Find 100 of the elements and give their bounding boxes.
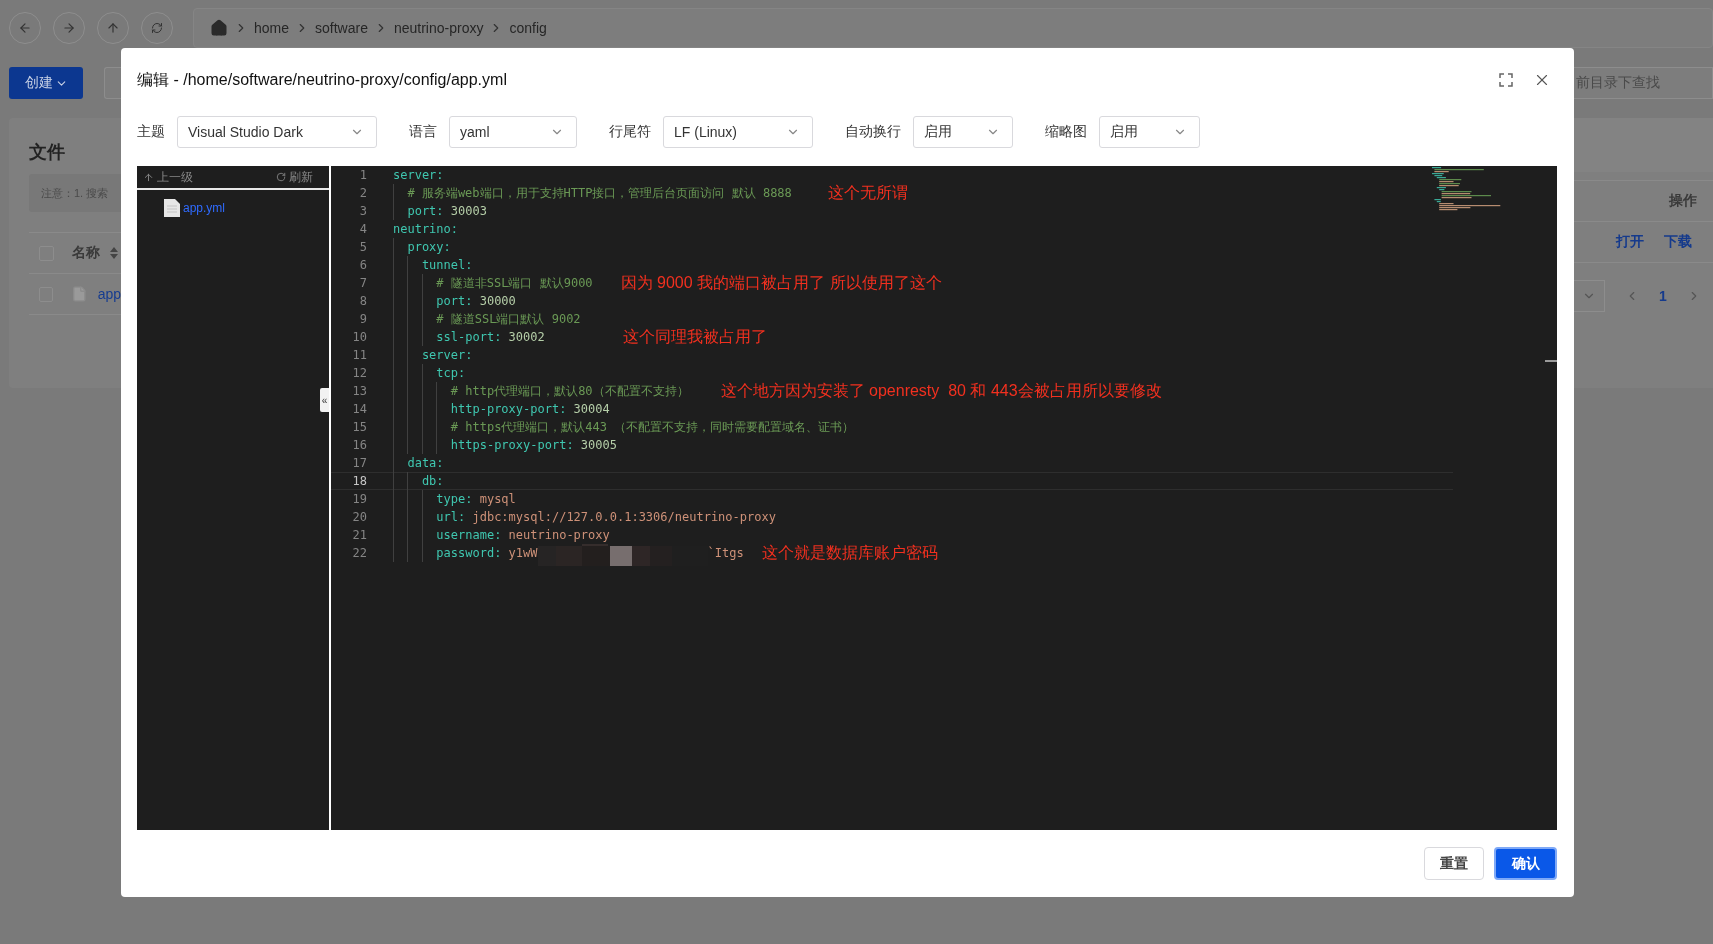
- code-value: 30004: [573, 402, 610, 416]
- confirm-button[interactable]: 确认: [1494, 847, 1557, 880]
- fullscreen-icon[interactable]: [1499, 73, 1513, 87]
- column-header: 操作: [1669, 192, 1697, 210]
- line-number: 11: [351, 348, 367, 362]
- code-key: proxy:: [407, 240, 451, 254]
- code-key: db:: [421, 474, 444, 488]
- line-number: 8: [358, 294, 367, 308]
- line-number: 15: [351, 420, 367, 434]
- scroll-marker: [1545, 360, 1557, 362]
- parent-folder-button[interactable]: 上一级: [143, 168, 193, 186]
- code-key: password:: [436, 546, 502, 560]
- annotation-text: 这个无所谓: [827, 184, 908, 202]
- refresh-icon: [151, 22, 163, 34]
- code-key: ssl-port:: [436, 330, 502, 344]
- code-comment: # https代理端口，默认443 （不配置不支持，同时需要配置域名、证书）: [450, 418, 855, 436]
- file-name[interactable]: app: [97, 286, 121, 302]
- line-number: 22: [351, 546, 367, 560]
- code-key: neutrino:: [393, 222, 459, 236]
- code-value: `Itgs: [707, 546, 744, 560]
- code-comment: # http代理端口，默认80（不配置不支持）: [450, 382, 689, 400]
- option-select[interactable]: Visual Studio Dark: [177, 116, 377, 148]
- code-key: port:: [407, 204, 444, 218]
- line-number: 17: [351, 456, 367, 470]
- arrow-up-icon: [143, 171, 154, 183]
- code-key: port:: [436, 294, 473, 308]
- up-button[interactable]: [97, 12, 129, 44]
- column-header[interactable]: 名称: [72, 244, 100, 262]
- code-value: jdbc:mysql://127.0.0.1:3306/neutrino-proxy: [472, 510, 776, 524]
- code-key: username:: [436, 528, 502, 542]
- option-select[interactable]: 启用: [1099, 116, 1200, 148]
- line-number: 18: [351, 474, 367, 488]
- code-key: https-proxy-port:: [450, 438, 574, 452]
- file-icon: [163, 198, 181, 218]
- line-number: 13: [351, 384, 367, 398]
- code-value: 30002: [508, 330, 545, 344]
- code-key: tcp:: [436, 366, 466, 380]
- option-select[interactable]: yaml: [449, 116, 577, 148]
- line-number: 21: [351, 528, 367, 542]
- code-key: type:: [436, 492, 473, 506]
- toolbar-button[interactable]: [104, 67, 121, 99]
- file-icon: [71, 285, 88, 303]
- breadcrumb-item[interactable]: config: [509, 20, 547, 36]
- line-number: 14: [351, 402, 367, 416]
- annotation-text: 这个地方因为安装了 openresty 80 和 443会被占用所以要修改: [720, 382, 1162, 400]
- annotation-text: 这个同理我被占用了: [622, 328, 767, 346]
- option-label: 主题: [137, 123, 165, 141]
- code-comment: # 服务端web端口，用于支持HTTP接口，管理后台页面访问 默认 8888: [407, 184, 792, 202]
- create-button[interactable]: 创建: [9, 67, 83, 99]
- dialog-title: 编辑 - /home/software/neutrino-proxy/config/app.yml: [137, 69, 507, 90]
- line-number: 3: [358, 204, 367, 218]
- sort-icon[interactable]: [110, 247, 118, 259]
- line-number: 10: [351, 330, 367, 344]
- line-number: 7: [358, 276, 367, 290]
- code-value: neutrino-proxy: [508, 528, 610, 542]
- code-key: tunnel:: [421, 258, 473, 272]
- arrow-right-icon: [62, 21, 76, 35]
- line-number: 4: [358, 222, 367, 236]
- code-value: 30000: [479, 294, 516, 308]
- refresh-icon: [276, 172, 286, 182]
- line-number: 20: [351, 510, 367, 524]
- code-key: http-proxy-port:: [450, 402, 567, 416]
- line-number: 1: [358, 168, 367, 182]
- option-label: 行尾符: [609, 123, 651, 141]
- line-number: 5: [358, 240, 367, 254]
- refresh-button[interactable]: [141, 12, 173, 44]
- reset-button[interactable]: 重置: [1424, 847, 1484, 880]
- file-tree-item[interactable]: app.yml: [163, 198, 329, 218]
- code-value: mysql: [479, 492, 516, 506]
- home-icon[interactable]: [210, 19, 228, 37]
- code-comment: # 隧道SSL端口默认 9002: [436, 310, 581, 328]
- collapse-button[interactable]: «: [320, 388, 329, 412]
- annotation-text: 这个就是数据库账户密码: [761, 544, 938, 562]
- code-editor[interactable]: [331, 166, 1557, 830]
- action-link[interactable]: 打开: [1616, 233, 1644, 251]
- back-button[interactable]: [9, 12, 41, 44]
- card-title: 文件: [29, 141, 66, 164]
- option-label: 语言: [409, 123, 437, 141]
- code-value: 30003: [450, 204, 487, 218]
- option-label: 缩略图: [1045, 123, 1087, 141]
- line-number: 12: [351, 366, 367, 380]
- option-select[interactable]: 启用: [913, 116, 1013, 148]
- line-number: 9: [358, 312, 367, 326]
- option-label: 自动换行: [845, 123, 901, 141]
- code-key: data:: [407, 456, 444, 470]
- refresh-button[interactable]: 刷新: [276, 168, 313, 186]
- code-key: server:: [393, 168, 444, 182]
- annotation-text: 因为 9000 我的端口被占用了 所以使用了这个: [620, 274, 942, 292]
- breadcrumb-item[interactable]: neutrino-proxy: [393, 20, 484, 36]
- code-key: url:: [436, 510, 466, 524]
- line-number: 19: [351, 492, 367, 506]
- breadcrumb-item[interactable]: software: [315, 20, 368, 36]
- breadcrumb-item[interactable]: home: [254, 20, 290, 36]
- line-number: 16: [351, 438, 367, 452]
- option-select[interactable]: LF (Linux): [663, 116, 813, 148]
- code-value: y1wW: [508, 546, 538, 560]
- forward-button[interactable]: [53, 12, 85, 44]
- page-number[interactable]: 1: [1659, 288, 1667, 304]
- action-link[interactable]: 下载: [1664, 233, 1692, 251]
- code-comment: # 隧道非SSL端口 默认9000: [436, 274, 593, 292]
